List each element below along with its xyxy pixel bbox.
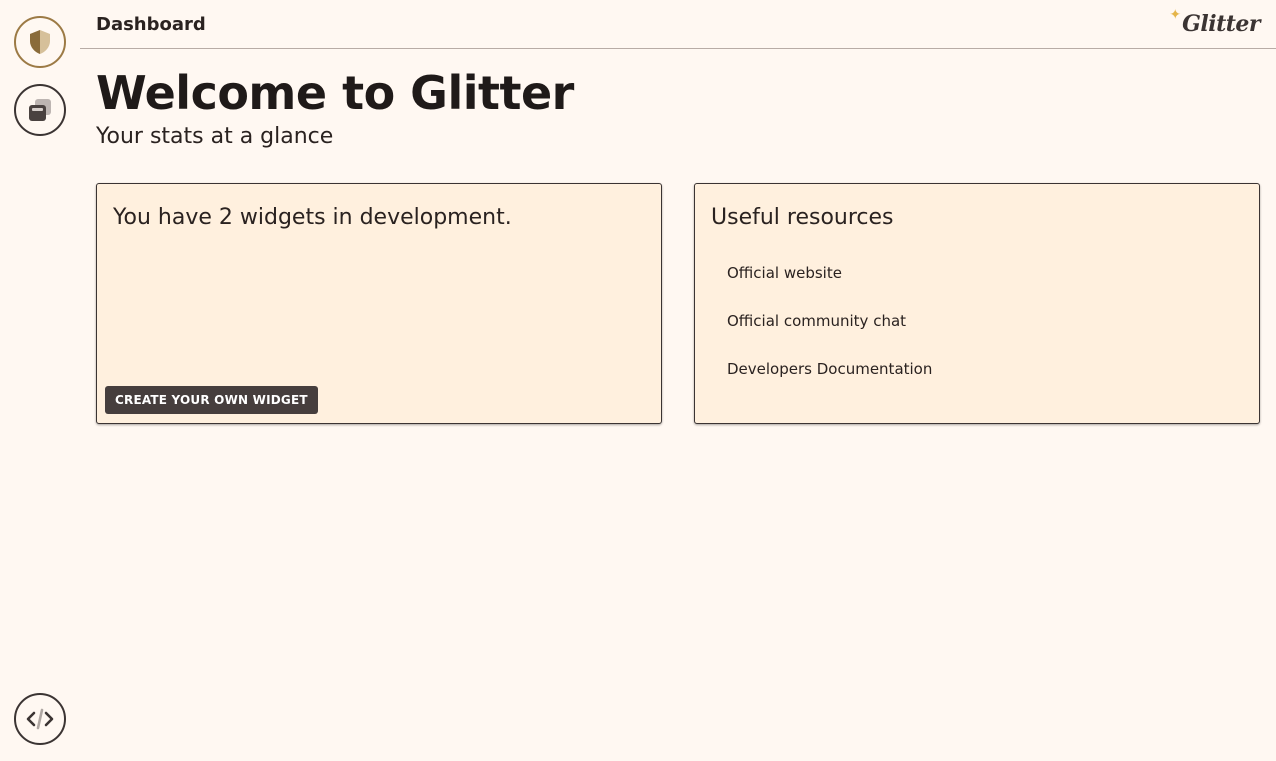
sidebar-item-dashboard[interactable]: [14, 16, 66, 68]
page-title: Dashboard: [96, 14, 206, 35]
widgets-icon: [27, 97, 53, 123]
link-community-chat[interactable]: Official community chat: [727, 312, 906, 330]
widgets-card: You have 2 widgets in development. CREAT…: [96, 183, 662, 424]
create-widget-button[interactable]: CREATE YOUR OWN WIDGET: [105, 386, 318, 414]
code-icon: [25, 707, 55, 731]
topbar: Dashboard ✦ Glitter: [80, 0, 1276, 49]
link-developers-documentation[interactable]: Developers Documentation: [727, 360, 932, 378]
link-official-website[interactable]: Official website: [727, 264, 842, 282]
resources-title: Useful resources: [711, 205, 894, 230]
shield-icon: [28, 29, 52, 55]
sidebar-item-widgets[interactable]: [14, 84, 66, 136]
sidebar-item-developer[interactable]: [14, 693, 66, 745]
sparkle-icon: ✦: [1169, 7, 1182, 23]
welcome-heading: Welcome to Glitter: [96, 66, 574, 120]
resources-card: Useful resources Official website Offici…: [694, 183, 1260, 424]
glitter-logo: ✦ Glitter: [1169, 8, 1260, 38]
widgets-status-text: You have 2 widgets in development.: [113, 205, 512, 230]
logo-text: Glitter: [1182, 11, 1260, 37]
sidebar: [0, 0, 80, 761]
welcome-subheading: Your stats at a glance: [96, 124, 334, 149]
